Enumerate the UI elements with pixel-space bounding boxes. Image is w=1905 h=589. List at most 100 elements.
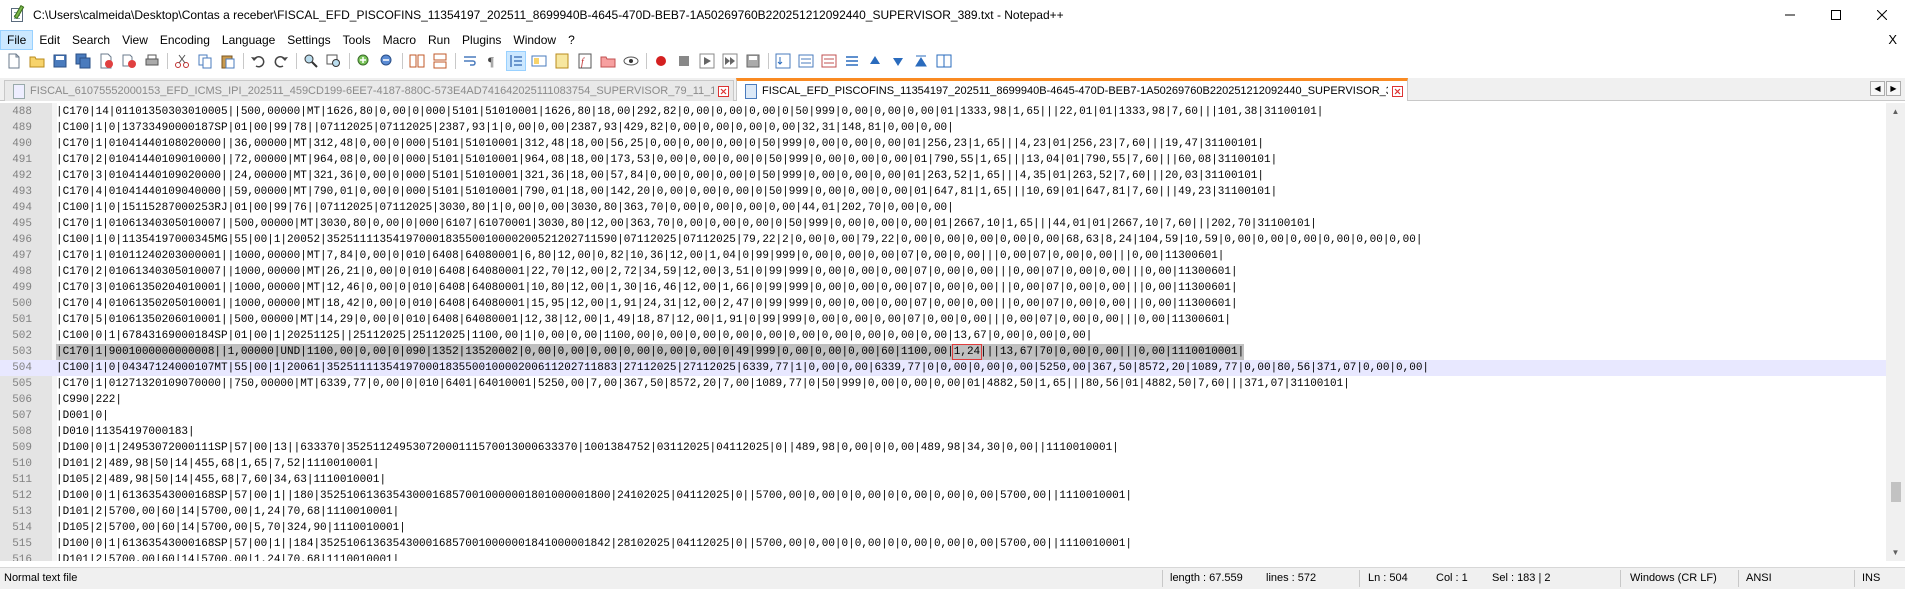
editor-line[interactable]: 511 |D105|2|489,98|50|14|455,68|7,60|34,6…	[0, 472, 1886, 488]
doc-map-button[interactable]	[552, 51, 572, 71]
menu-help[interactable]: ?	[562, 30, 581, 50]
scroll-down-button[interactable]: ▼	[1886, 544, 1905, 561]
editor-line[interactable]: 514 |D105|2|5700,00|60|14|5700,00|5,70|32…	[0, 520, 1886, 536]
tab-efd-piscofins[interactable]: FISCAL_EFD_PISCOFINS_11354197_202511_869…	[736, 78, 1408, 101]
editor-line[interactable]: 506 |C990|222|	[0, 392, 1886, 408]
tab-efd-icms-ipi[interactable]: FISCAL_61075552000153_EFD_ICMS_IPI_20251…	[4, 80, 734, 101]
sync-vertical-button[interactable]	[407, 51, 427, 71]
menu-plugins[interactable]: Plugins	[456, 30, 507, 50]
maximize-button[interactable]	[1813, 0, 1859, 30]
status-separator	[1620, 570, 1621, 587]
menu-run[interactable]: Run	[422, 30, 456, 50]
line-text: |C100|1|0|04347124000107MT|55|00|1|20061…	[56, 362, 1430, 374]
minimize-button[interactable]	[1767, 0, 1813, 30]
editor-line[interactable]: 491 |C170|2|01041440109010000||72,00000|M…	[0, 152, 1886, 168]
editor-line[interactable]: 488 |C170|14|01101350303010005||500,00000…	[0, 104, 1886, 120]
close-file-button[interactable]	[96, 51, 116, 71]
new-file-button[interactable]	[4, 51, 24, 71]
editor-line[interactable]: 501 |C170|5|01061350206010001||500,00000|…	[0, 312, 1886, 328]
menu-search[interactable]: Search	[66, 30, 116, 50]
editor-line[interactable]: 494 |C100|1|0|15115287000253RJ|01|00|99|7…	[0, 200, 1886, 216]
editor-line[interactable]: 504 |C100|1|0|04347124000107MT|55|00|1|20…	[0, 360, 1886, 376]
editor-line[interactable]: 500 |C170|4|01061350205010001||1000,00000…	[0, 296, 1886, 312]
editor-line[interactable]: 496 |C100|1|0|11354197000345MG|55|00|1|20…	[0, 232, 1886, 248]
replace-button[interactable]	[324, 51, 344, 71]
editor-line[interactable]: 505 |C170|1|01271320109070000||750,00000|…	[0, 376, 1886, 392]
close-all-button[interactable]	[119, 51, 139, 71]
redo-button[interactable]	[271, 51, 291, 71]
next-diff-button[interactable]	[888, 51, 908, 71]
find-button[interactable]	[301, 51, 321, 71]
record-macro-button[interactable]	[651, 51, 671, 71]
save-macro-button[interactable]	[743, 51, 763, 71]
vertical-scrollbar[interactable]: ▲ ▼	[1886, 103, 1905, 561]
folder-workspace-button[interactable]	[598, 51, 618, 71]
prev-diff-button[interactable]	[865, 51, 885, 71]
editor-line[interactable]: 490 |C170|1|01041440108020000||36,00000|M…	[0, 136, 1886, 152]
indent-guide-button[interactable]	[506, 51, 526, 71]
zoom-in-button[interactable]	[354, 51, 374, 71]
play-multiple-button[interactable]	[720, 51, 740, 71]
paste-button[interactable]	[218, 51, 238, 71]
menu-tools[interactable]: Tools	[337, 30, 377, 50]
sync-horizontal-button[interactable]	[430, 51, 450, 71]
editor-line[interactable]: 497 |C170|1|01011240203000001||1000,00000…	[0, 248, 1886, 264]
compare-button[interactable]	[773, 51, 793, 71]
editor-line[interactable]: 489 |C100|1|0|13733490000187SP|01|00|99|7…	[0, 120, 1886, 136]
udl-button[interactable]	[529, 51, 549, 71]
show-all-chars-button[interactable]: ¶	[483, 51, 503, 71]
close-window-button[interactable]	[1859, 0, 1905, 30]
editor-line[interactable]: 493 |C170|4|01041440109040000||59,00000|M…	[0, 184, 1886, 200]
menu-language[interactable]: Language	[216, 30, 281, 50]
first-diff-button[interactable]	[911, 51, 931, 71]
editor-line[interactable]: 499 |C170|3|01061350204010001||1000,00000…	[0, 280, 1886, 296]
last-diff-button[interactable]	[934, 51, 954, 71]
undo-button[interactable]	[248, 51, 268, 71]
text-area[interactable]: 488 |C170|14|01101350303010005||500,00000…	[0, 104, 1886, 561]
menu-file[interactable]: File	[0, 30, 34, 50]
editor[interactable]: 488 |C170|14|01101350303010005||500,00000…	[0, 103, 1905, 561]
monitoring-button[interactable]	[621, 51, 641, 71]
editor-line[interactable]: 516 |D101|2|5700,00|60|14|5700,00|1,24|70…	[0, 552, 1886, 561]
scroll-up-button[interactable]: ▲	[1886, 103, 1905, 120]
zoom-out-button[interactable]	[377, 51, 397, 71]
print-button[interactable]	[142, 51, 162, 71]
line-number: 495	[12, 218, 32, 230]
compare-sync-button[interactable]	[796, 51, 816, 71]
clear-compare-button[interactable]	[819, 51, 839, 71]
menu-window[interactable]: Window	[507, 30, 562, 50]
save-button[interactable]	[50, 51, 70, 71]
open-file-button[interactable]	[27, 51, 47, 71]
close-document-button[interactable]: X	[1888, 30, 1897, 50]
editor-line[interactable]: 495 |C170|1|01061340305010007||500,00000|…	[0, 216, 1886, 232]
editor-line[interactable]: 515 |D100|0|1|61363543000168SP|57|00|1||1…	[0, 536, 1886, 552]
align-button[interactable]	[842, 51, 862, 71]
save-all-button[interactable]	[73, 51, 93, 71]
cut-button[interactable]	[172, 51, 192, 71]
function-list-button[interactable]: f	[575, 51, 595, 71]
scrollbar-thumb[interactable]	[1891, 482, 1901, 502]
tab-close-button[interactable]	[1392, 85, 1403, 97]
play-macro-button[interactable]	[697, 51, 717, 71]
menu-encoding[interactable]: Encoding	[154, 30, 216, 50]
word-wrap-button[interactable]	[460, 51, 480, 71]
menu-macro[interactable]: Macro	[377, 30, 422, 50]
tab-close-button[interactable]	[718, 85, 729, 97]
editor-line[interactable]: 492 |C170|3|01041440109020000||24,00000|M…	[0, 168, 1886, 184]
editor-line[interactable]: 503 |C170|1|9001000000000008||1,00000|UND…	[0, 344, 1886, 360]
editor-line[interactable]: 512 |D100|0|1|61363543000168SP|57|00|1||1…	[0, 488, 1886, 504]
tab-scroll-left-button[interactable]: ◀	[1870, 81, 1885, 96]
editor-line[interactable]: 507 |D001|0|	[0, 408, 1886, 424]
editor-line[interactable]: 513 |D101|2|5700,00|60|14|5700,00|1,24|70…	[0, 504, 1886, 520]
menu-view[interactable]: View	[116, 30, 154, 50]
editor-line[interactable]: 498 |C170|2|01061340305010007||1000,00000…	[0, 264, 1886, 280]
editor-line[interactable]: 509 |D100|0|1|24953072000111SP|57|00|13||…	[0, 440, 1886, 456]
copy-button[interactable]	[195, 51, 215, 71]
menu-settings[interactable]: Settings	[281, 30, 336, 50]
editor-line[interactable]: 502 |C100|0|1|67843169000184SP|01|00|1|20…	[0, 328, 1886, 344]
menu-edit[interactable]: Edit	[33, 30, 66, 50]
stop-macro-button[interactable]	[674, 51, 694, 71]
editor-line[interactable]: 510 |D101|2|489,98|50|14|455,68|1,65|7,52…	[0, 456, 1886, 472]
tab-scroll-right-button[interactable]: ▶	[1886, 81, 1901, 96]
editor-line[interactable]: 508 |D010|11354197000183|	[0, 424, 1886, 440]
